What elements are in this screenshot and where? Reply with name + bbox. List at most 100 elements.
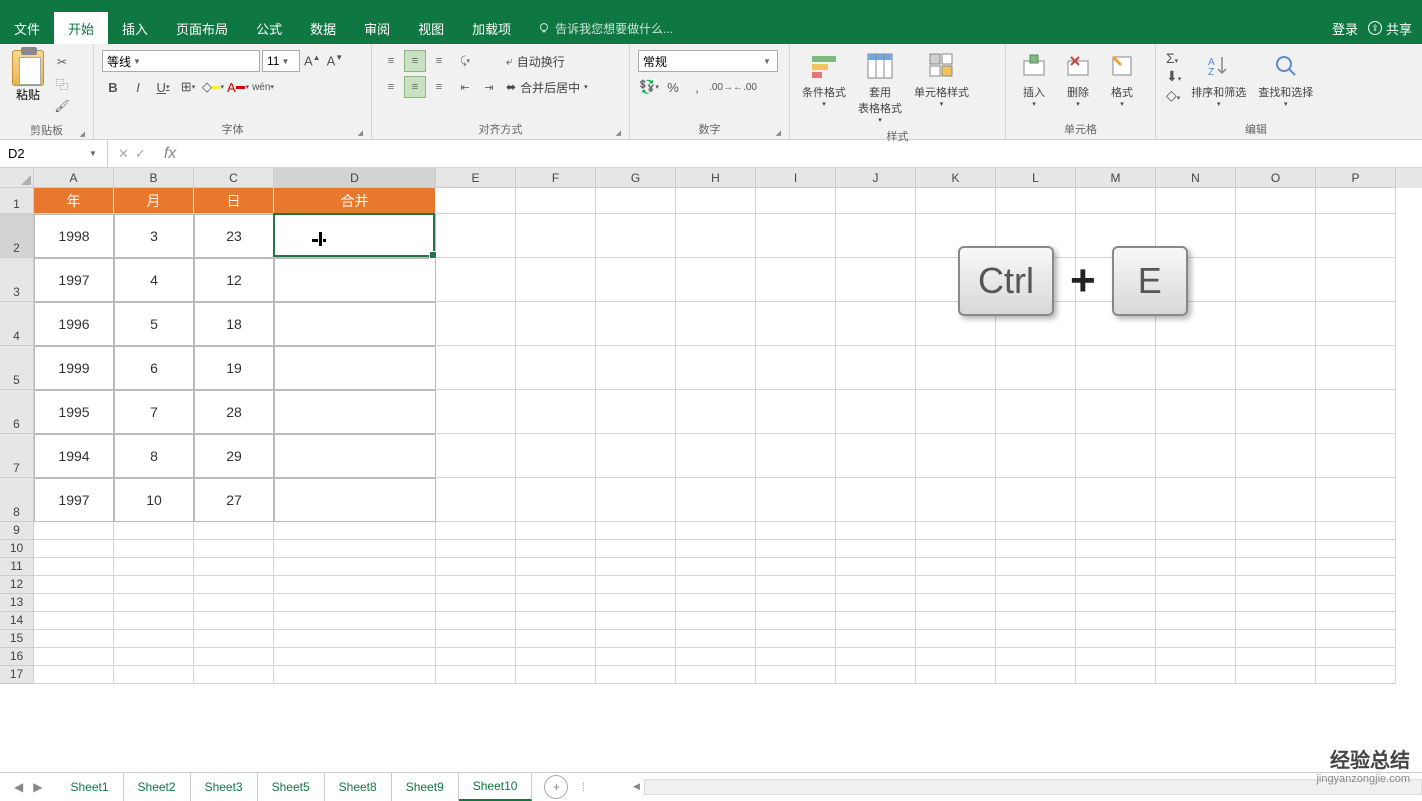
cell-O17[interactable] — [1236, 666, 1316, 684]
cell-J10[interactable] — [836, 540, 916, 558]
format-table-button[interactable]: 套用 表格格式▾ — [852, 48, 908, 126]
cell-B15[interactable] — [114, 630, 194, 648]
row-header-14[interactable]: 14 — [0, 612, 34, 630]
cell-M12[interactable] — [1076, 576, 1156, 594]
cell-F16[interactable] — [516, 648, 596, 666]
cell-H3[interactable] — [676, 258, 756, 302]
cell-O13[interactable] — [1236, 594, 1316, 612]
row-header-6[interactable]: 6 — [0, 390, 34, 434]
tab-review[interactable]: 审阅 — [350, 12, 404, 44]
cell-B4[interactable]: 5 — [114, 302, 194, 346]
cell-D5[interactable] — [274, 346, 436, 390]
cell-A14[interactable] — [34, 612, 114, 630]
cell-D14[interactable] — [274, 612, 436, 630]
number-format-select[interactable]: 常规▼ — [638, 50, 778, 72]
orientation-button[interactable]: ⤹▾ — [454, 50, 476, 72]
cell-D3[interactable] — [274, 258, 436, 302]
cell-K10[interactable] — [916, 540, 996, 558]
cell-A13[interactable] — [34, 594, 114, 612]
col-header-P[interactable]: P — [1316, 168, 1396, 188]
sheet-tab-Sheet10[interactable]: Sheet10 — [459, 773, 533, 801]
cell-J2[interactable] — [836, 214, 916, 258]
delete-cells-button[interactable]: 删除▾ — [1056, 48, 1100, 110]
cell-I7[interactable] — [756, 434, 836, 478]
cell-N13[interactable] — [1156, 594, 1236, 612]
cell-I1[interactable] — [756, 188, 836, 214]
cell-B7[interactable]: 8 — [114, 434, 194, 478]
cell-M8[interactable] — [1076, 478, 1156, 522]
row-header-8[interactable]: 8 — [0, 478, 34, 522]
cell-E17[interactable] — [436, 666, 516, 684]
cell-L13[interactable] — [996, 594, 1076, 612]
cell-H7[interactable] — [676, 434, 756, 478]
cell-G16[interactable] — [596, 648, 676, 666]
cell-H2[interactable] — [676, 214, 756, 258]
cell-D2[interactable] — [274, 214, 436, 258]
cell-J13[interactable] — [836, 594, 916, 612]
cell-F7[interactable] — [516, 434, 596, 478]
cell-C17[interactable] — [194, 666, 274, 684]
cell-G7[interactable] — [596, 434, 676, 478]
cell-H1[interactable] — [676, 188, 756, 214]
fill-button[interactable]: ⬇▾ — [1166, 68, 1181, 85]
cell-B8[interactable]: 10 — [114, 478, 194, 522]
cell-E7[interactable] — [436, 434, 516, 478]
col-header-K[interactable]: K — [916, 168, 996, 188]
row-header-7[interactable]: 7 — [0, 434, 34, 478]
cell-K14[interactable] — [916, 612, 996, 630]
cell-H13[interactable] — [676, 594, 756, 612]
conditional-format-button[interactable]: 条件格式▾ — [796, 48, 852, 110]
font-size-select[interactable]: 11▼ — [262, 50, 300, 72]
cell-P4[interactable] — [1316, 302, 1396, 346]
cell-D12[interactable] — [274, 576, 436, 594]
cell-A3[interactable]: 1997 — [34, 258, 114, 302]
cancel-formula-button[interactable]: ✕ — [118, 146, 129, 162]
cell-O15[interactable] — [1236, 630, 1316, 648]
cell-O5[interactable] — [1236, 346, 1316, 390]
cell-J1[interactable] — [836, 188, 916, 214]
cell-F14[interactable] — [516, 612, 596, 630]
increase-indent-button[interactable]: ⇥ — [478, 76, 500, 98]
col-header-E[interactable]: E — [436, 168, 516, 188]
align-left-button[interactable]: ≡ — [380, 76, 402, 98]
cell-H10[interactable] — [676, 540, 756, 558]
cell-M15[interactable] — [1076, 630, 1156, 648]
cell-F10[interactable] — [516, 540, 596, 558]
cell-F3[interactable] — [516, 258, 596, 302]
cell-C7[interactable]: 29 — [194, 434, 274, 478]
cell-I9[interactable] — [756, 522, 836, 540]
align-bottom-button[interactable]: ≡ — [428, 50, 450, 72]
cell-N16[interactable] — [1156, 648, 1236, 666]
cell-B1[interactable]: 月 — [114, 188, 194, 214]
cell-B3[interactable]: 4 — [114, 258, 194, 302]
cell-L14[interactable] — [996, 612, 1076, 630]
cell-L10[interactable] — [996, 540, 1076, 558]
cell-K11[interactable] — [916, 558, 996, 576]
cell-J8[interactable] — [836, 478, 916, 522]
cell-H5[interactable] — [676, 346, 756, 390]
tab-layout[interactable]: 页面布局 — [162, 12, 242, 44]
cell-H8[interactable] — [676, 478, 756, 522]
row-header-11[interactable]: 11 — [0, 558, 34, 576]
cell-A4[interactable]: 1996 — [34, 302, 114, 346]
cell-P11[interactable] — [1316, 558, 1396, 576]
row-header-17[interactable]: 17 — [0, 666, 34, 684]
cell-B10[interactable] — [114, 540, 194, 558]
clear-button[interactable]: ◇▾ — [1166, 87, 1181, 104]
row-header-16[interactable]: 16 — [0, 648, 34, 666]
cell-J6[interactable] — [836, 390, 916, 434]
align-right-button[interactable]: ≡ — [428, 76, 450, 98]
col-header-H[interactable]: H — [676, 168, 756, 188]
wrap-text-button[interactable]: ⤶自动换行 — [506, 50, 588, 72]
comma-button[interactable]: , — [686, 76, 708, 98]
tab-data[interactable]: 数据 — [296, 12, 350, 44]
cell-M5[interactable] — [1076, 346, 1156, 390]
cell-C9[interactable] — [194, 522, 274, 540]
cell-J3[interactable] — [836, 258, 916, 302]
col-header-M[interactable]: M — [1076, 168, 1156, 188]
prev-sheet-button[interactable]: ◀ — [14, 780, 23, 794]
cell-L1[interactable] — [996, 188, 1076, 214]
cell-I16[interactable] — [756, 648, 836, 666]
row-header-12[interactable]: 12 — [0, 576, 34, 594]
cell-A8[interactable]: 1997 — [34, 478, 114, 522]
